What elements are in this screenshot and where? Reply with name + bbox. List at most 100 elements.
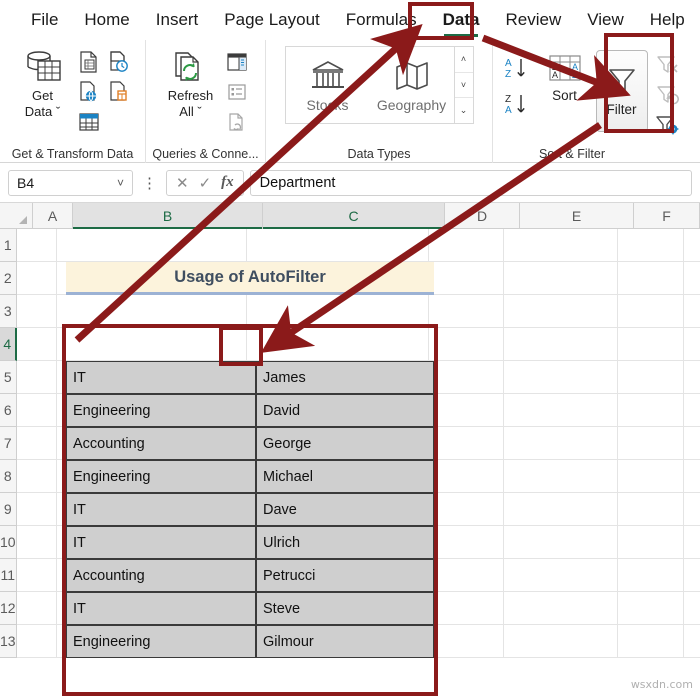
properties-button[interactable] (222, 77, 252, 107)
sheet-cell[interactable] (428, 394, 504, 427)
sheet-cell[interactable] (246, 295, 429, 328)
sheet-cell[interactable] (683, 394, 700, 427)
tab-view[interactable]: View (574, 6, 637, 34)
from-text-csv-button[interactable] (74, 47, 104, 77)
sheet-cell[interactable] (16, 295, 57, 328)
sheet-cell[interactable] (683, 427, 700, 460)
table-cell-employee[interactable]: James (256, 361, 434, 394)
sheet-cell[interactable] (617, 229, 684, 262)
edit-links-button[interactable] (222, 107, 252, 137)
sheet-cell[interactable] (56, 328, 247, 361)
row-header-2[interactable]: 2 (0, 262, 17, 295)
sheet-cell[interactable] (503, 361, 618, 394)
sheet-cell[interactable] (683, 229, 700, 262)
column-header-a[interactable]: A (33, 203, 73, 228)
row-header-9[interactable]: 9 (0, 493, 17, 526)
sheet-cell[interactable] (16, 427, 57, 460)
table-cell-department[interactable]: Accounting (66, 427, 256, 460)
filter-button[interactable]: Filter (595, 50, 648, 132)
sheet-cell[interactable] (683, 460, 700, 493)
sheet-cell[interactable] (428, 493, 504, 526)
advanced-filter-button[interactable] (654, 110, 682, 140)
table-cell-employee[interactable]: Dave (256, 493, 434, 526)
sheet-cell[interactable] (617, 262, 684, 295)
sheet-cell[interactable] (683, 361, 700, 394)
cancel-icon[interactable]: ✕ (176, 174, 189, 192)
sheet-cell[interactable] (683, 592, 700, 625)
sheet-cell[interactable] (503, 493, 618, 526)
reapply-filter-button[interactable] (654, 80, 682, 110)
column-header-b[interactable]: B (73, 203, 263, 229)
refresh-all-button[interactable]: Refresh All ˇ (160, 47, 222, 119)
sheet-cell[interactable] (503, 460, 618, 493)
tab-file[interactable]: File (18, 6, 71, 34)
sheet-cell[interactable] (503, 526, 618, 559)
select-all-corner[interactable] (0, 203, 33, 228)
row-header-11[interactable]: 11 (0, 559, 17, 592)
sheet-cell[interactable] (16, 361, 57, 394)
sheet-cell[interactable] (683, 295, 700, 328)
sheet-cell[interactable] (16, 592, 57, 625)
sheet-cell[interactable] (617, 361, 684, 394)
gallery-scroll-down-button[interactable]: ˅ (454, 71, 473, 98)
row-header-4[interactable]: 4 (0, 328, 17, 361)
sheet-cell[interactable] (503, 559, 618, 592)
queries-and-connections-button[interactable] (222, 47, 252, 77)
sheet-cell[interactable] (56, 229, 247, 262)
from-table-range-button[interactable] (104, 77, 134, 107)
tab-help[interactable]: Help (637, 6, 698, 34)
data-type-stocks[interactable]: Stocks (286, 47, 370, 123)
sheet-cell[interactable] (428, 625, 504, 658)
sheet-cell[interactable] (617, 526, 684, 559)
sheet-cell[interactable] (503, 229, 618, 262)
table-cell-employee[interactable]: Gilmour (256, 625, 434, 658)
sheet-cell[interactable] (683, 328, 700, 361)
row-header-5[interactable]: 5 (0, 361, 17, 394)
sheet-cell[interactable] (503, 262, 618, 295)
table-cell-employee[interactable]: Ulrich (256, 526, 434, 559)
enter-icon[interactable]: ✓ (199, 174, 212, 192)
sheet-cell[interactable] (617, 295, 684, 328)
sort-descending-icon[interactable]: Z A (504, 92, 534, 118)
sheet-cell[interactable] (428, 559, 504, 592)
from-recent-sources-button[interactable] (104, 47, 134, 77)
table-cell-employee[interactable]: Petrucci (256, 559, 434, 592)
sort-button[interactable]: Z A A Z Sort (538, 50, 592, 103)
sheet-cell[interactable] (56, 295, 247, 328)
sheet-cell[interactable] (16, 526, 57, 559)
sheet-cell[interactable] (428, 229, 504, 262)
sheet-title-banner[interactable]: Usage of AutoFilter (66, 262, 434, 295)
formula-input[interactable]: Department (249, 169, 692, 196)
sheet-cell[interactable] (683, 493, 700, 526)
row-header-1[interactable]: 1 (0, 229, 17, 262)
sheet-cell[interactable] (503, 427, 618, 460)
column-header-c[interactable]: C (263, 203, 445, 229)
sheet-cell[interactable] (683, 625, 700, 658)
table-cell-employee[interactable]: David (256, 394, 434, 427)
table-cell-employee[interactable]: George (256, 427, 434, 460)
column-header-f[interactable]: F (634, 203, 700, 228)
row-header-13[interactable]: 13 (0, 625, 17, 658)
sheet-cell[interactable] (503, 592, 618, 625)
sheet-cell[interactable] (16, 460, 57, 493)
sheet-cell[interactable] (428, 526, 504, 559)
column-header-d[interactable]: D (445, 203, 520, 228)
sheet-cell[interactable] (428, 328, 504, 361)
row-header-12[interactable]: 12 (0, 592, 17, 625)
table-cell-department[interactable]: IT (66, 493, 256, 526)
table-cell-department[interactable]: Accounting (66, 559, 256, 592)
insert-function-icon[interactable]: fx (221, 174, 234, 191)
row-header-8[interactable]: 8 (0, 460, 17, 493)
sheet-cell[interactable] (503, 625, 618, 658)
sheet-cell[interactable] (16, 559, 57, 592)
tab-page-layout[interactable]: Page Layout (211, 6, 332, 34)
sheet-cell[interactable] (683, 559, 700, 592)
tab-insert[interactable]: Insert (143, 6, 212, 34)
get-data-button[interactable]: Get Data ˇ (12, 47, 74, 119)
sheet-cell[interactable] (503, 394, 618, 427)
row-header-10[interactable]: 10 (0, 526, 17, 559)
table-cell-department[interactable]: IT (66, 526, 256, 559)
sheet-cell[interactable] (428, 262, 504, 295)
name-box[interactable]: B4 ˅ (8, 169, 133, 196)
table-cell-department[interactable]: Engineering (66, 625, 256, 658)
